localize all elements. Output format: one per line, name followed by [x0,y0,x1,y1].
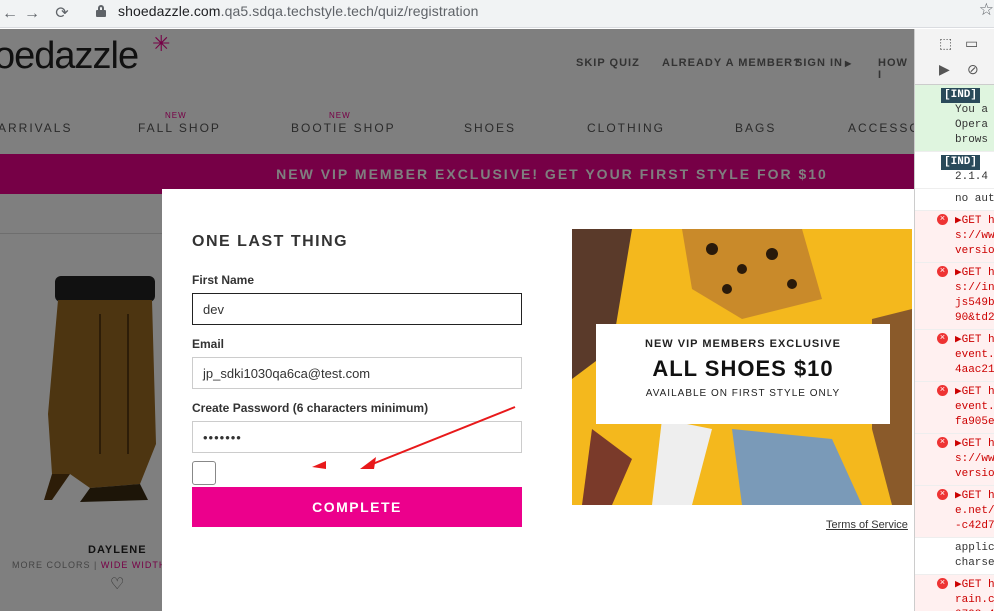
console-message[interactable]: [IND] 2.1.4 [915,152,994,189]
back-arrow-icon[interactable]: ← [0,4,20,24]
devtools-toolbar: ⬚ ▭ ▶ ⊘ [915,29,994,85]
console-line: applic [955,542,994,554]
console-line: Opera [955,119,989,131]
console-line: js549b [955,297,994,309]
console-line: no aut [955,193,994,205]
console-message[interactable]: [IND] You a Opera brows [915,85,994,152]
console-line: ▶GET h [955,438,994,450]
error-icon: × [937,266,948,277]
device-toolbar-icon[interactable]: ▭ [965,35,978,52]
clear-console-icon[interactable]: ⊘ [967,61,979,78]
devtools-panel: ⬚ ▭ ▶ ⊘ [IND] You a Opera brows [IND] 2.1.4 no… [914,29,994,611]
console-message[interactable]: × ▶GET h s://www versio [915,434,994,486]
error-icon: × [937,437,948,448]
console-line: s://www [955,453,994,465]
console-message[interactable]: × ▶GET h s://in js549b 90&td2 [915,263,994,330]
console-line: ▶GET h [955,490,994,502]
console-line: ▶GET h [955,334,994,346]
console-message[interactable]: applic charse [915,538,994,575]
error-icon: × [937,214,948,225]
console-line: ▶GET h [955,215,994,227]
console-tag: [IND] [941,88,981,103]
error-icon: × [937,578,948,589]
console-message[interactable]: × ▶GET h s://www versio [915,211,994,263]
console-line: event. [955,401,994,413]
console-message[interactable]: × ▶GET h event. 4aac21 [915,330,994,382]
inspect-element-icon[interactable]: ⬚ [939,35,952,52]
console-line: versio [955,245,994,257]
console-message[interactable]: ×▶GET hrain.c0798-4 [915,575,994,611]
console-line: brows [955,134,989,146]
console-line: 2.1.4 [955,171,989,183]
console-tag: [IND] [941,155,981,170]
console-line: event. [955,349,994,361]
console-line: fa905e [955,416,994,428]
browser-toolbar: ← → ⟳ shoedazzle.com.qa5.sdqa.techstyle.… [0,0,994,28]
console-line: ▶GET h [955,579,994,591]
arrow-head [360,457,376,469]
console-message[interactable]: no aut [915,189,994,211]
console-message[interactable]: × ▶GET h event. fa905e [915,382,994,434]
website-viewport: oedazzle✳ SKIP QUIZ ALREADY A MEMBER? SI… [0,29,914,611]
console-line: You a [955,104,989,116]
console-line: 4aac21 [955,364,994,376]
console-messages: [IND] You a Opera brows [IND] 2.1.4 no aut × ▶GE… [915,85,994,611]
console-message[interactable]: × ▶GET h e.net/ -c42d7 [915,486,994,538]
error-icon: × [937,385,948,396]
annotation-arrows [312,406,516,469]
console-line: ▶GET h [955,386,994,398]
forward-arrow-icon[interactable]: → [22,4,42,24]
console-line: -c42d7 [955,520,994,532]
console-line: versio [955,468,994,480]
reload-icon[interactable]: ⟳ [52,4,72,24]
lock-icon [96,5,106,17]
arrow-head [312,461,326,469]
url-text: shoedazzle.com.qa5.sdqa.techstyle.tech/q… [118,3,479,19]
console-line: rain.c [955,594,994,606]
error-icon: × [937,333,948,344]
address-bar[interactable]: shoedazzle.com.qa5.sdqa.techstyle.tech/q… [86,0,994,24]
console-line: s://www [955,230,994,242]
bookmark-star-icon[interactable]: ☆ [979,0,994,20]
console-line: 90&td2 [955,312,994,324]
console-line: ▶GET h [955,267,994,279]
sidebar-toggle-icon[interactable]: ▶ [939,61,950,78]
console-line: e.net/ [955,505,994,517]
console-line: s://in [955,282,994,294]
console-line: charse [955,557,994,569]
error-icon: × [937,489,948,500]
